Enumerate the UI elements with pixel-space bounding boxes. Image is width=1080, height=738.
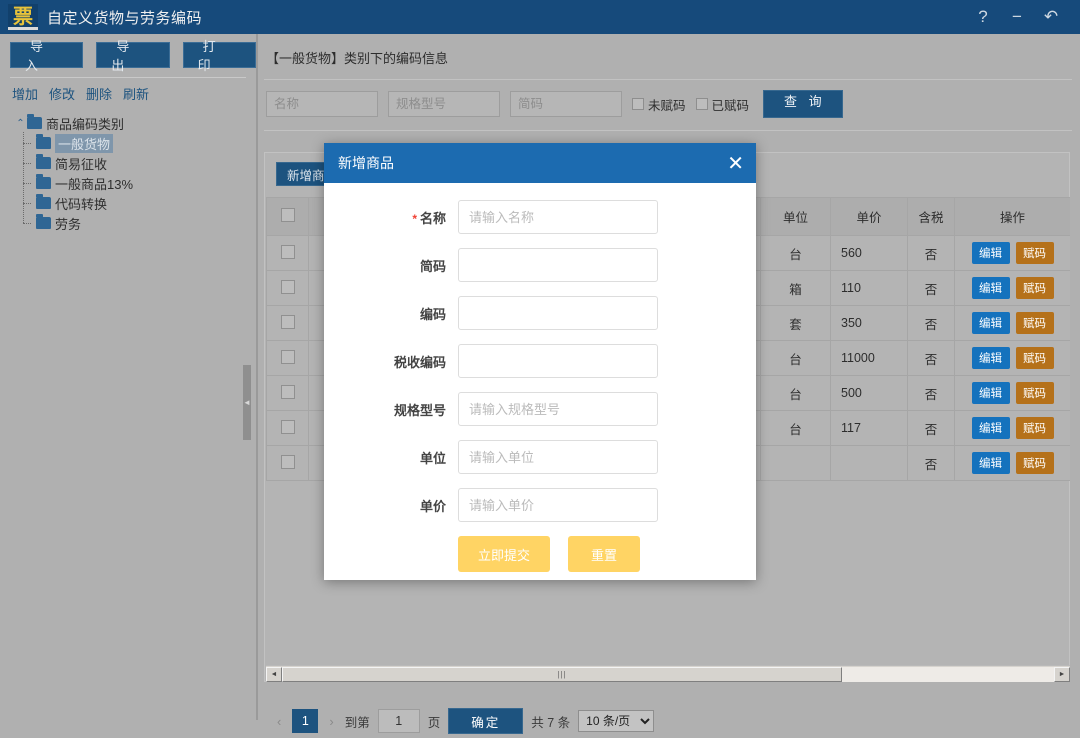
dialog-body: *名称简码编码税收编码规格型号单位单价 (324, 183, 756, 522)
shortcode-field[interactable] (458, 248, 658, 282)
dialog-header: 新增商品 ✕ (324, 143, 756, 183)
field-label-text: 单位 (420, 451, 446, 466)
reset-button[interactable]: 重置 (568, 536, 640, 572)
field-label: 单价 (324, 496, 458, 515)
field-label: 编码 (324, 304, 458, 323)
field-label-text: 名称 (420, 211, 446, 226)
code-field[interactable] (458, 296, 658, 330)
form-row: 单价 (324, 488, 756, 522)
form-row: 规格型号 (324, 392, 756, 426)
form-row: *名称 (324, 200, 756, 234)
field-label: 单位 (324, 448, 458, 467)
field-label: 规格型号 (324, 400, 458, 419)
field-label: *名称 (324, 208, 458, 227)
form-row: 单位 (324, 440, 756, 474)
required-star-icon: * (412, 212, 417, 226)
field-label-text: 税收编码 (394, 355, 446, 370)
field-label: 税收编码 (324, 352, 458, 371)
spec-field[interactable] (458, 392, 658, 426)
submit-button[interactable]: 立即提交 (458, 536, 550, 572)
unit-field[interactable] (458, 440, 658, 474)
form-row: 简码 (324, 248, 756, 282)
price-field[interactable] (458, 488, 658, 522)
field-label-text: 简码 (420, 259, 446, 274)
close-icon[interactable]: ✕ (727, 153, 744, 173)
field-label-text: 规格型号 (394, 403, 446, 418)
tax-code-field[interactable] (458, 344, 658, 378)
form-row: 编码 (324, 296, 756, 330)
field-label-text: 单价 (420, 499, 446, 514)
field-label-text: 编码 (420, 307, 446, 322)
dialog-actions: 立即提交 重置 (324, 536, 756, 572)
add-product-dialog: 新增商品 ✕ *名称简码编码税收编码规格型号单位单价 立即提交 重置 (324, 143, 756, 580)
modal-overlay: 新增商品 ✕ *名称简码编码税收编码规格型号单位单价 立即提交 重置 (0, 0, 1080, 720)
field-label: 简码 (324, 256, 458, 275)
dialog-title: 新增商品 (338, 153, 394, 173)
form-row: 税收编码 (324, 344, 756, 378)
name-field[interactable] (458, 200, 658, 234)
